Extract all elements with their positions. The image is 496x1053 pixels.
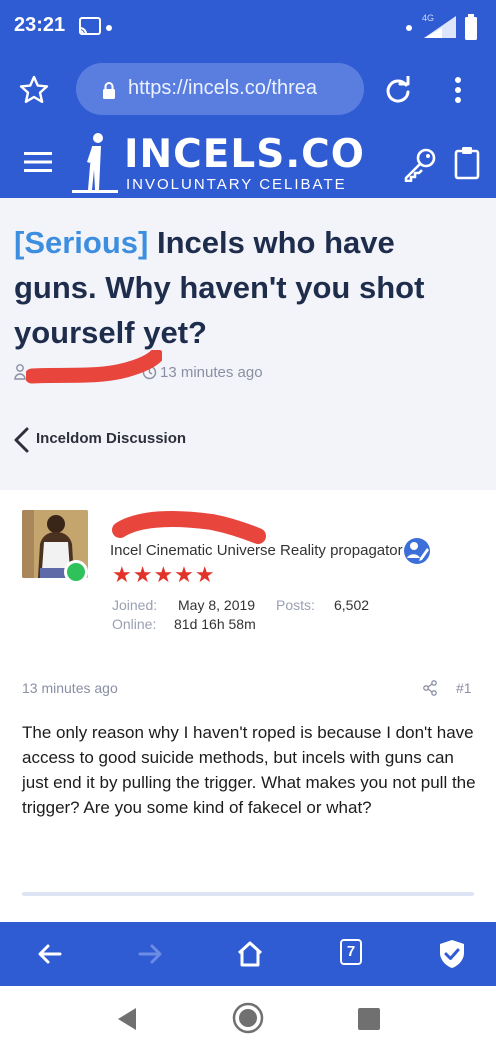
post-number[interactable]: #1	[456, 680, 472, 696]
posts-label: Posts:	[276, 597, 315, 613]
divider	[22, 892, 474, 896]
online-label: Online:	[112, 616, 157, 632]
thread-header: [Serious] Incels who have guns. Why have…	[0, 198, 496, 490]
logo-figure-icon[interactable]	[70, 132, 120, 194]
edit-badge-icon	[404, 538, 430, 564]
lock-icon	[103, 82, 115, 99]
status-time: 23:21	[14, 14, 66, 36]
user-icon	[14, 364, 26, 380]
nav-home-icon[interactable]	[232, 1002, 264, 1034]
user-title: Incel Cinematic Universe Reality propaga…	[110, 542, 403, 559]
tabs-icon[interactable]: 7	[340, 939, 362, 965]
shield-check-icon[interactable]	[436, 938, 468, 970]
url-bar[interactable]: https://incels.co/threa	[76, 63, 364, 115]
rating-stars: ★★★★★	[112, 562, 216, 587]
browser-bottom-toolbar: 7	[0, 922, 496, 986]
online-value: 81d 16h 58m	[174, 616, 256, 632]
post-body: The only reason why I haven't roped is b…	[22, 723, 476, 817]
thread-time[interactable]: 13 minutes ago	[160, 364, 263, 381]
nav-recents-icon[interactable]	[358, 1008, 380, 1030]
reload-icon[interactable]	[384, 76, 412, 104]
cast-icon	[79, 17, 101, 35]
breadcrumb-forum-link[interactable]: Inceldom Discussion	[36, 430, 186, 447]
notification-dot	[406, 25, 412, 31]
thread-prefix-label[interactable]: [Serious]	[14, 225, 148, 260]
star-icon[interactable]	[18, 74, 50, 106]
thread-title: [Serious] Incels who have guns. Why have…	[14, 220, 484, 355]
key-icon[interactable]	[402, 146, 438, 182]
status-bar: 23:21 4G	[0, 0, 496, 56]
share-icon[interactable]	[422, 680, 438, 696]
chevron-left-icon[interactable]	[12, 426, 30, 454]
post: Incel Cinematic Universe Reality propaga…	[0, 490, 496, 922]
redaction-mark	[112, 511, 266, 544]
online-status-indicator	[64, 560, 88, 584]
clipboard-icon[interactable]	[454, 146, 480, 180]
network-type: 4G	[422, 13, 434, 23]
redaction-mark	[26, 350, 162, 384]
hamburger-icon[interactable]	[24, 150, 52, 174]
notification-dot	[106, 25, 112, 31]
nav-back-icon[interactable]	[114, 1006, 140, 1032]
url-text: https://incels.co/threa	[128, 77, 317, 99]
browser-toolbar: https://incels.co/threa	[0, 56, 496, 130]
battery-icon	[465, 14, 477, 40]
back-arrow-icon[interactable]	[34, 938, 66, 970]
menu-dots-icon[interactable]	[446, 76, 470, 104]
site-logo-title[interactable]: INCELS.CO	[124, 132, 365, 177]
joined-value: May 8, 2019	[178, 597, 256, 613]
site-header: INCELS.CO INVOLUNTARY CELIBATE	[0, 128, 496, 198]
home-icon[interactable]	[234, 938, 266, 970]
site-logo-subtitle: INVOLUNTARY CELIBATE	[126, 176, 347, 193]
forward-arrow-icon[interactable]	[134, 938, 166, 970]
post-date[interactable]: 13 minutes ago	[22, 680, 118, 696]
joined-label: Joined:	[112, 597, 158, 613]
signal-icon: 4G	[422, 13, 456, 38]
system-navigation-bar	[0, 986, 496, 1053]
posts-value: 6,502	[334, 597, 370, 613]
